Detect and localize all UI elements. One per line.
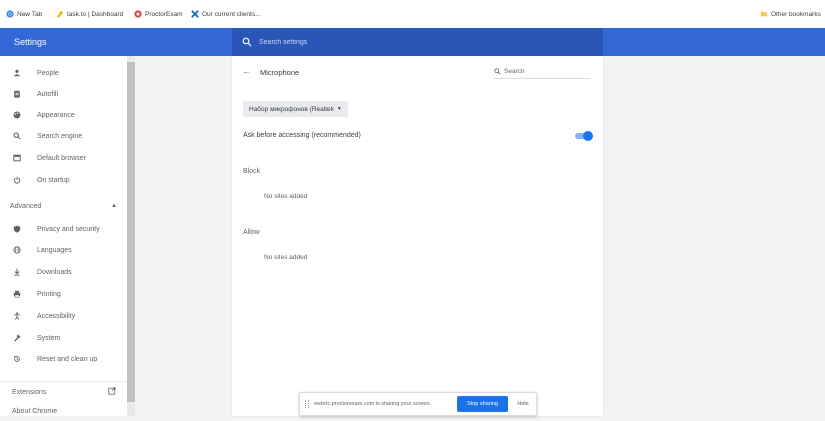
sharing-message: webrtc.proctorexam.com is sharing your s… (314, 401, 432, 407)
back-arrow-icon[interactable]: ← (242, 66, 251, 76)
block-heading: Block (243, 168, 261, 175)
sidebar-item-autofill[interactable]: Autofill (0, 84, 127, 104)
restore-icon (13, 355, 21, 363)
sidebar-item-label: About Chrome (12, 407, 58, 415)
sidebar-item-on-startup[interactable]: On startup (0, 170, 127, 190)
sidebar-item-label: Accessibility (37, 312, 76, 320)
sidebar: People Autofill Appearance Search engine… (0, 56, 127, 416)
bookmark-label: Our current clients... (202, 10, 261, 18)
sidebar-item-label: Search engine (37, 132, 83, 140)
scrollbar-thumb[interactable] (127, 62, 135, 402)
search-input[interactable] (257, 37, 561, 47)
search-icon (494, 67, 501, 75)
sidebar-item-label: Printing (37, 290, 61, 298)
search-icon (242, 37, 252, 47)
screen-sharing-bar: webrtc.proctorexam.com is sharing your s… (299, 392, 537, 416)
sidebar-item-label: Reset and clean up (37, 355, 98, 363)
sidebar-item-printing[interactable]: Printing (0, 284, 127, 304)
printer-icon (13, 290, 21, 298)
task-icon (56, 10, 64, 18)
settings-header: Settings (0, 28, 825, 56)
clipboard-icon (13, 90, 21, 98)
sidebar-item-privacy[interactable]: Privacy and security (0, 219, 127, 239)
page-title: Settings (14, 37, 47, 47)
sidebar-advanced-label[interactable]: Advanced (10, 203, 41, 210)
sidebar-item-reset[interactable]: Reset and clean up (0, 349, 127, 369)
sidebar-item-label: People (37, 69, 59, 77)
sidebar-item-label: Privacy and security (37, 225, 100, 233)
sidebar-item-default-browser[interactable]: Default browser (0, 148, 127, 168)
site-search[interactable]: Search (494, 64, 590, 79)
microphone-select[interactable]: Набор микрофонов (Realtek ▼ (243, 101, 348, 117)
bookmark-new-tab[interactable]: New Tab (6, 0, 42, 28)
allow-empty-text: No sites added (264, 254, 308, 261)
bookmark-label: task.to | Dashboard (67, 10, 124, 18)
hide-button[interactable]: Hide (513, 396, 533, 412)
stop-sharing-button[interactable]: Stop sharing (457, 396, 508, 412)
wrench-icon (13, 334, 21, 342)
sidebar-item-label: Default browser (37, 154, 87, 162)
bookmark-label: Other bookmarks (771, 10, 821, 18)
sidebar-item-downloads[interactable]: Downloads (0, 262, 127, 282)
sidebar-item-label: System (37, 334, 61, 342)
sidebar-item-label: Downloads (37, 268, 72, 276)
sidebar-item-search-engine[interactable]: Search engine (0, 126, 127, 146)
proctorexam-icon (134, 10, 142, 18)
bookmark-task[interactable]: task.to | Dashboard (56, 0, 123, 28)
toggle-knob (583, 131, 593, 141)
person-icon (13, 69, 21, 77)
block-empty-text: No sites added (264, 193, 308, 200)
search-icon (13, 132, 21, 140)
accessibility-icon (13, 312, 21, 320)
select-value: Набор микрофонов (Realtek (249, 105, 334, 113)
chevron-up-icon[interactable]: ▲ (111, 203, 117, 209)
folder-icon (760, 11, 768, 17)
shield-icon (13, 225, 21, 233)
bookmarks-bar: New Tab task.to | Dashboard ProctorExam … (0, 0, 825, 29)
search-placeholder: Search (504, 67, 525, 75)
sidebar-item-languages[interactable]: Languages (0, 240, 127, 260)
sidebar-item-label: Languages (37, 246, 72, 254)
sidebar-item-about[interactable]: About Chrome (0, 401, 127, 421)
sidebar-item-label: Autofill (37, 90, 59, 98)
sidebar-item-label: On startup (37, 176, 70, 184)
palette-icon (13, 111, 21, 119)
bookmark-other[interactable]: Other bookmarks (760, 0, 821, 28)
globe-icon (13, 246, 21, 254)
sidebar-item-label: Extensions (12, 388, 47, 396)
page-subtitle: Microphone (260, 68, 300, 77)
sidebar-scrollbar[interactable] (127, 56, 135, 416)
bookmark-label: ProctorExam (145, 10, 183, 18)
bookmark-proctorexam[interactable]: ProctorExam (134, 0, 183, 28)
browser-icon (13, 154, 21, 162)
dropdown-arrow-icon: ▼ (336, 106, 342, 112)
chrome-icon (6, 10, 14, 18)
sidebar-item-accessibility[interactable]: Accessibility (0, 306, 127, 326)
bookmark-label: New Tab (17, 10, 43, 18)
drag-handle-icon[interactable] (305, 400, 309, 408)
ask-before-accessing-toggle[interactable] (575, 131, 593, 141)
power-icon (13, 176, 21, 184)
puzzle-icon (191, 10, 199, 18)
sidebar-item-label: Appearance (37, 111, 75, 119)
open-in-new-icon (108, 387, 116, 397)
sidebar-item-appearance[interactable]: Appearance (0, 105, 127, 125)
allow-heading: Allow (243, 229, 260, 236)
sidebar-item-system[interactable]: System (0, 328, 127, 348)
sidebar-item-people[interactable]: People (0, 63, 127, 83)
bookmark-clients[interactable]: Our current clients... (191, 0, 261, 28)
sidebar-item-extensions[interactable]: Extensions (0, 381, 127, 402)
download-icon (13, 268, 21, 276)
settings-search[interactable] (232, 28, 603, 56)
ask-before-accessing-label: Ask before accessing (recommended) (243, 132, 361, 139)
microphone-settings-card: ← Microphone Search Набор микрофонов (Re… (232, 56, 603, 416)
